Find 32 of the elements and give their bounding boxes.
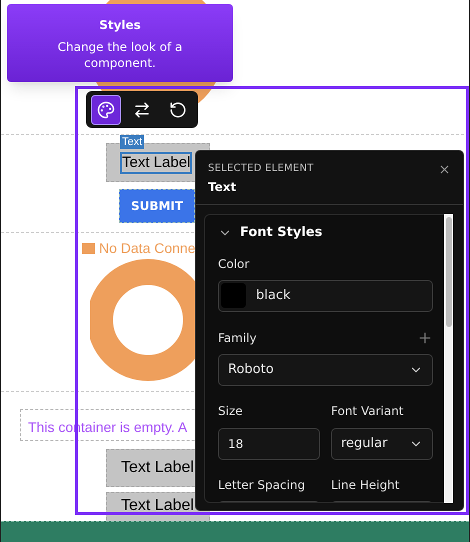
field-label: Color — [218, 256, 250, 272]
toolbar-button[interactable] — [91, 94, 121, 124]
color-field[interactable]: black — [218, 280, 433, 312]
tooltip-title: Styles — [99, 16, 141, 34]
text-label: Text Label — [121, 496, 194, 516]
panel-caption: SELECTED ELEMENT — [208, 162, 314, 176]
rotate-icon — [169, 100, 187, 118]
close-icon[interactable] — [438, 163, 451, 176]
field-label: Font Variant — [331, 402, 405, 420]
swap-icon — [133, 100, 151, 118]
tooltip-text: Change the look of a component. — [56, 38, 184, 70]
text-label: Text Label — [121, 458, 194, 478]
legend-swatch-icon — [82, 243, 95, 254]
legend-label: No Data Conne — [99, 239, 196, 258]
palette-icon — [97, 100, 115, 118]
color-value: black — [256, 286, 291, 305]
size-value: 18 — [228, 436, 244, 452]
scrollbar-thumb[interactable] — [446, 217, 452, 327]
field-label: Family — [218, 330, 257, 346]
element-tag: Text — [120, 135, 144, 149]
variant-select[interactable]: regular — [331, 428, 433, 460]
field-label: Line Height — [331, 476, 400, 494]
field-label: Letter Spacing — [218, 476, 306, 494]
submit-button[interactable]: SUBMIT — [119, 189, 195, 223]
field-label: Size — [218, 402, 244, 420]
family-select[interactable]: Roboto — [218, 354, 433, 386]
color-swatch — [221, 283, 246, 308]
selected-text-label[interactable]: Text Label — [120, 152, 192, 174]
plus-icon[interactable] — [417, 330, 433, 346]
panel-title: Text — [208, 179, 238, 196]
section-title[interactable]: Font Styles — [240, 223, 322, 242]
size-field[interactable]: 18 — [218, 428, 320, 460]
